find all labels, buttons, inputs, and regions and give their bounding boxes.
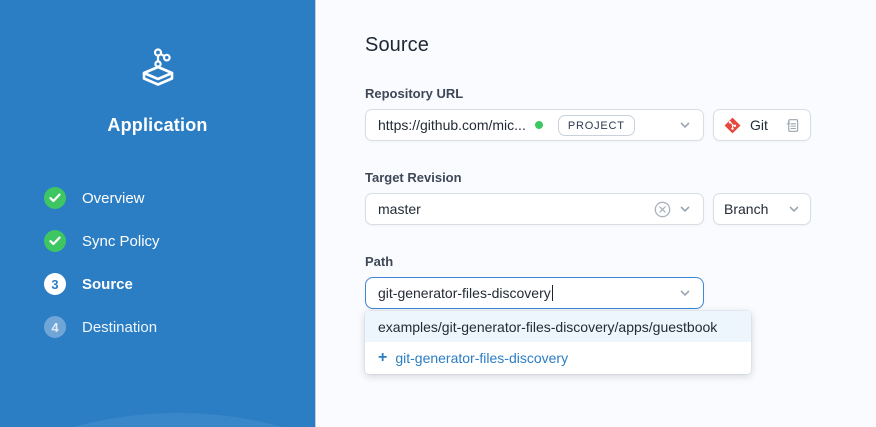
application-box-icon <box>133 44 183 90</box>
chevron-down-icon[interactable] <box>679 287 691 299</box>
step-label: Overview <box>82 190 145 207</box>
check-icon <box>44 187 66 209</box>
source-form-panel: Source Repository URL https://github.com… <box>315 0 876 427</box>
target-revision-field: Target Revision master <box>365 170 876 225</box>
step-source[interactable]: 3 Source <box>44 273 315 295</box>
target-revision-value: master <box>378 201 421 217</box>
target-revision-label: Target Revision <box>365 170 876 185</box>
check-icon <box>44 230 66 252</box>
repository-url-value: https://github.com/mic... <box>378 117 526 133</box>
create-path-label: git-generator-files-discovery <box>395 350 568 366</box>
git-icon <box>724 117 741 134</box>
step-number-badge: 4 <box>44 316 66 338</box>
create-path-item[interactable]: + git-generator-files-discovery <box>365 342 751 374</box>
clear-icon[interactable] <box>654 201 671 218</box>
target-revision-input[interactable]: master <box>365 193 704 225</box>
path-input[interactable]: git-generator-files-discovery <box>365 277 704 309</box>
sidebar-title: Application <box>0 115 315 136</box>
revision-type-select[interactable]: Branch <box>713 193 811 225</box>
application-wizard: Application Overview Sync Policy 3 Sourc… <box>0 0 876 427</box>
page-title: Source <box>365 34 876 57</box>
wizard-sidebar: Application Overview Sync Policy 3 Sourc… <box>0 0 315 427</box>
step-sync-policy[interactable]: Sync Policy <box>44 230 315 252</box>
repository-url-field: Repository URL https://github.com/mic...… <box>365 86 876 141</box>
suggestion-label: examples/git-generator-files-discovery/a… <box>378 319 717 335</box>
step-label: Sync Policy <box>82 233 160 250</box>
wizard-steps: Overview Sync Policy 3 Source 4 Destinat… <box>0 187 315 338</box>
repository-url-input[interactable]: https://github.com/mic... PROJECT <box>365 109 704 141</box>
options-list-icon <box>785 118 800 133</box>
project-badge: PROJECT <box>558 115 635 136</box>
repository-url-label: Repository URL <box>365 86 876 101</box>
repo-type-select[interactable]: Git <box>713 109 811 141</box>
step-label: Destination <box>82 319 157 336</box>
path-label: Path <box>365 254 876 269</box>
plus-icon: + <box>378 350 387 366</box>
connection-status-dot <box>535 121 543 129</box>
suggestion-item[interactable]: examples/git-generator-files-discovery/a… <box>365 311 751 342</box>
chevron-down-icon <box>788 203 800 215</box>
step-number-badge: 3 <box>44 273 66 295</box>
path-field: Path git-generator-files-discovery examp… <box>365 254 876 309</box>
decorative-circle <box>0 413 315 427</box>
revision-type-value: Branch <box>724 201 768 217</box>
chevron-down-icon[interactable] <box>679 203 691 215</box>
step-label: Source <box>82 276 133 293</box>
path-suggestions-dropdown: examples/git-generator-files-discovery/a… <box>365 311 751 374</box>
step-destination[interactable]: 4 Destination <box>44 316 315 338</box>
chevron-down-icon[interactable] <box>679 119 691 131</box>
text-cursor <box>552 285 554 301</box>
sidebar-header: Application <box>0 44 315 136</box>
path-value: git-generator-files-discovery <box>378 285 551 301</box>
step-overview[interactable]: Overview <box>44 187 315 209</box>
repo-type-value: Git <box>750 117 768 133</box>
